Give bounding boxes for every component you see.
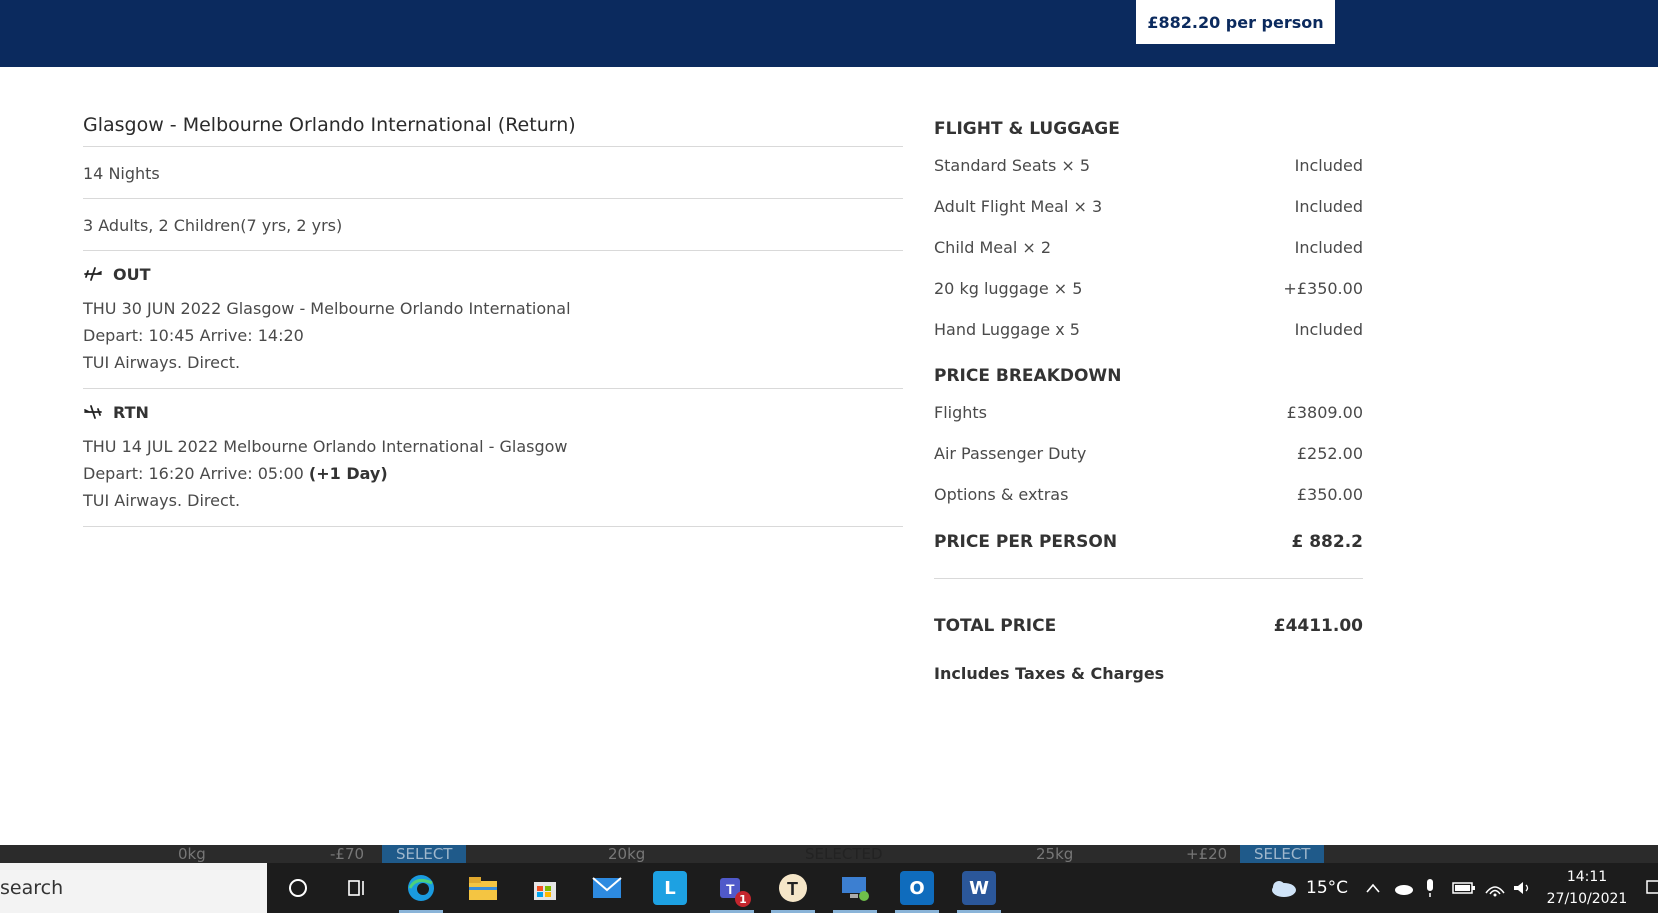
outlook-icon[interactable]: O — [900, 871, 934, 905]
file-explorer-icon[interactable] — [466, 871, 500, 905]
return-times: Depart: 16:20 Arrive: 05:00 — [83, 464, 304, 483]
temperature: 15°C — [1306, 878, 1349, 898]
trip-nights: 14 Nights — [83, 147, 903, 199]
total-price-row: TOTAL PRICE £4411.00 — [934, 615, 1363, 636]
volume-icon[interactable] — [1512, 863, 1532, 913]
chevron-up-icon — [1366, 883, 1380, 893]
luggage-options-strip: 0kg -£70 SELECT 20kg SELECTED 25kg +£20 … — [0, 845, 1658, 863]
task-view-icon[interactable] — [340, 871, 374, 905]
flight-luggage-heading: FLIGHT & LUGGAGE — [934, 119, 1120, 139]
selected-button[interactable]: SELECTED — [805, 845, 883, 863]
outbound-label: OUT — [113, 264, 151, 284]
svg-text:T: T — [726, 881, 735, 897]
trip-summary: Glasgow - Melbourne Orlando Internationa… — [83, 108, 903, 527]
cloud-icon — [1272, 881, 1296, 897]
breakdown-row: Options & extras £350.00 — [934, 485, 1363, 504]
option-weight: 0kg — [178, 845, 206, 863]
wifi-icon[interactable] — [1484, 863, 1506, 913]
price-breakdown-heading: PRICE BREAKDOWN — [934, 366, 1122, 386]
return-carrier: TUI Airways. Direct. — [83, 491, 241, 510]
return-leg: RTN THU 14 JUL 2022 Melbourne Orlando In… — [83, 389, 903, 527]
plane-return-icon — [84, 405, 102, 419]
system-clock[interactable]: 14:11 27/10/2021 — [1532, 866, 1642, 910]
option-weight: 25kg — [1036, 845, 1074, 863]
outbound-route: THU 30 JUN 2022 Glasgow - Melbourne Orla… — [83, 299, 571, 318]
outbound-carrier: TUI Airways. Direct. — [83, 353, 241, 372]
search-text: search — [0, 877, 64, 899]
return-route: THU 14 JUL 2022 Melbourne Orlando Intern… — [83, 437, 568, 456]
notifications-icon[interactable] — [1646, 863, 1658, 913]
price-panel: FLIGHT & LUGGAGE Standard Seats × 5 Inclu… — [934, 113, 1363, 683]
trip-title: Glasgow - Melbourne Orlando Internationa… — [83, 108, 903, 147]
taskbar-search[interactable]: search — [0, 863, 267, 913]
price-per-person-chip[interactable]: £882.20 per person — [1136, 0, 1335, 44]
battery-icon[interactable] — [1452, 863, 1476, 913]
divider — [934, 578, 1363, 579]
windows-taskbar: search L T 1 T O W 15°C 14:11 27/10/2021 — [0, 863, 1658, 913]
teams-icon[interactable]: T 1 — [715, 871, 751, 907]
trip-passengers: 3 Adults, 2 Children(7 yrs, 2 yrs) — [83, 199, 903, 251]
plane-departure-icon — [84, 267, 102, 281]
return-times-row: Depart: 16:20 Arrive: 05:00 (+1 Day) — [83, 460, 903, 487]
extra-row: Standard Seats × 5 Included — [934, 156, 1363, 175]
t-app-icon[interactable]: T — [776, 871, 810, 905]
select-button[interactable]: SELECT — [382, 845, 467, 863]
word-icon[interactable]: W — [962, 871, 996, 905]
option-price: +£20 — [1186, 845, 1228, 863]
breakdown-row: Air Passenger Duty £252.00 — [934, 444, 1363, 463]
outbound-times: Depart: 10:45 Arrive: 14:20 — [83, 326, 304, 345]
store-icon[interactable] — [528, 871, 562, 905]
show-hidden-icons[interactable] — [1364, 863, 1382, 913]
price-per-person-row: PRICE PER PERSON £ 882.2 — [934, 531, 1363, 552]
option-weight: 20kg — [608, 845, 646, 863]
taxes-note: Includes Taxes & Charges — [934, 664, 1165, 683]
extra-row: Adult Flight Meal × 3 Included — [934, 197, 1363, 216]
breakdown-row: Flights £3809.00 — [934, 403, 1363, 422]
clock-date: 27/10/2021 — [1546, 891, 1628, 907]
option-price: -£70 — [330, 845, 365, 863]
edge-browser-icon[interactable] — [404, 871, 438, 905]
return-day-note: (+1 Day) — [308, 464, 388, 483]
cortana-icon[interactable] — [281, 871, 315, 905]
extra-row: 20 kg luggage × 5 +£350.00 — [934, 279, 1363, 298]
teams-badge: 1 — [735, 891, 751, 907]
l-app-icon[interactable]: L — [653, 871, 687, 905]
mail-icon[interactable] — [590, 871, 624, 905]
svg-text:T: T — [787, 879, 798, 899]
microphone-icon[interactable] — [1424, 863, 1436, 913]
remote-desktop-icon[interactable] — [838, 871, 872, 905]
header-bar: £882.20 per person — [0, 0, 1658, 67]
extra-row: Hand Luggage x 5 Included — [934, 320, 1363, 339]
clock-time: 14:11 — [1566, 869, 1608, 885]
weather-widget[interactable]: 15°C — [1268, 863, 1348, 913]
onedrive-icon[interactable] — [1392, 863, 1414, 913]
extra-row: Child Meal × 2 Included — [934, 238, 1363, 257]
outbound-leg: OUT THU 30 JUN 2022 Glasgow - Melbourne … — [83, 251, 903, 389]
return-label: RTN — [113, 402, 149, 422]
select-button[interactable]: SELECT — [1240, 845, 1325, 863]
